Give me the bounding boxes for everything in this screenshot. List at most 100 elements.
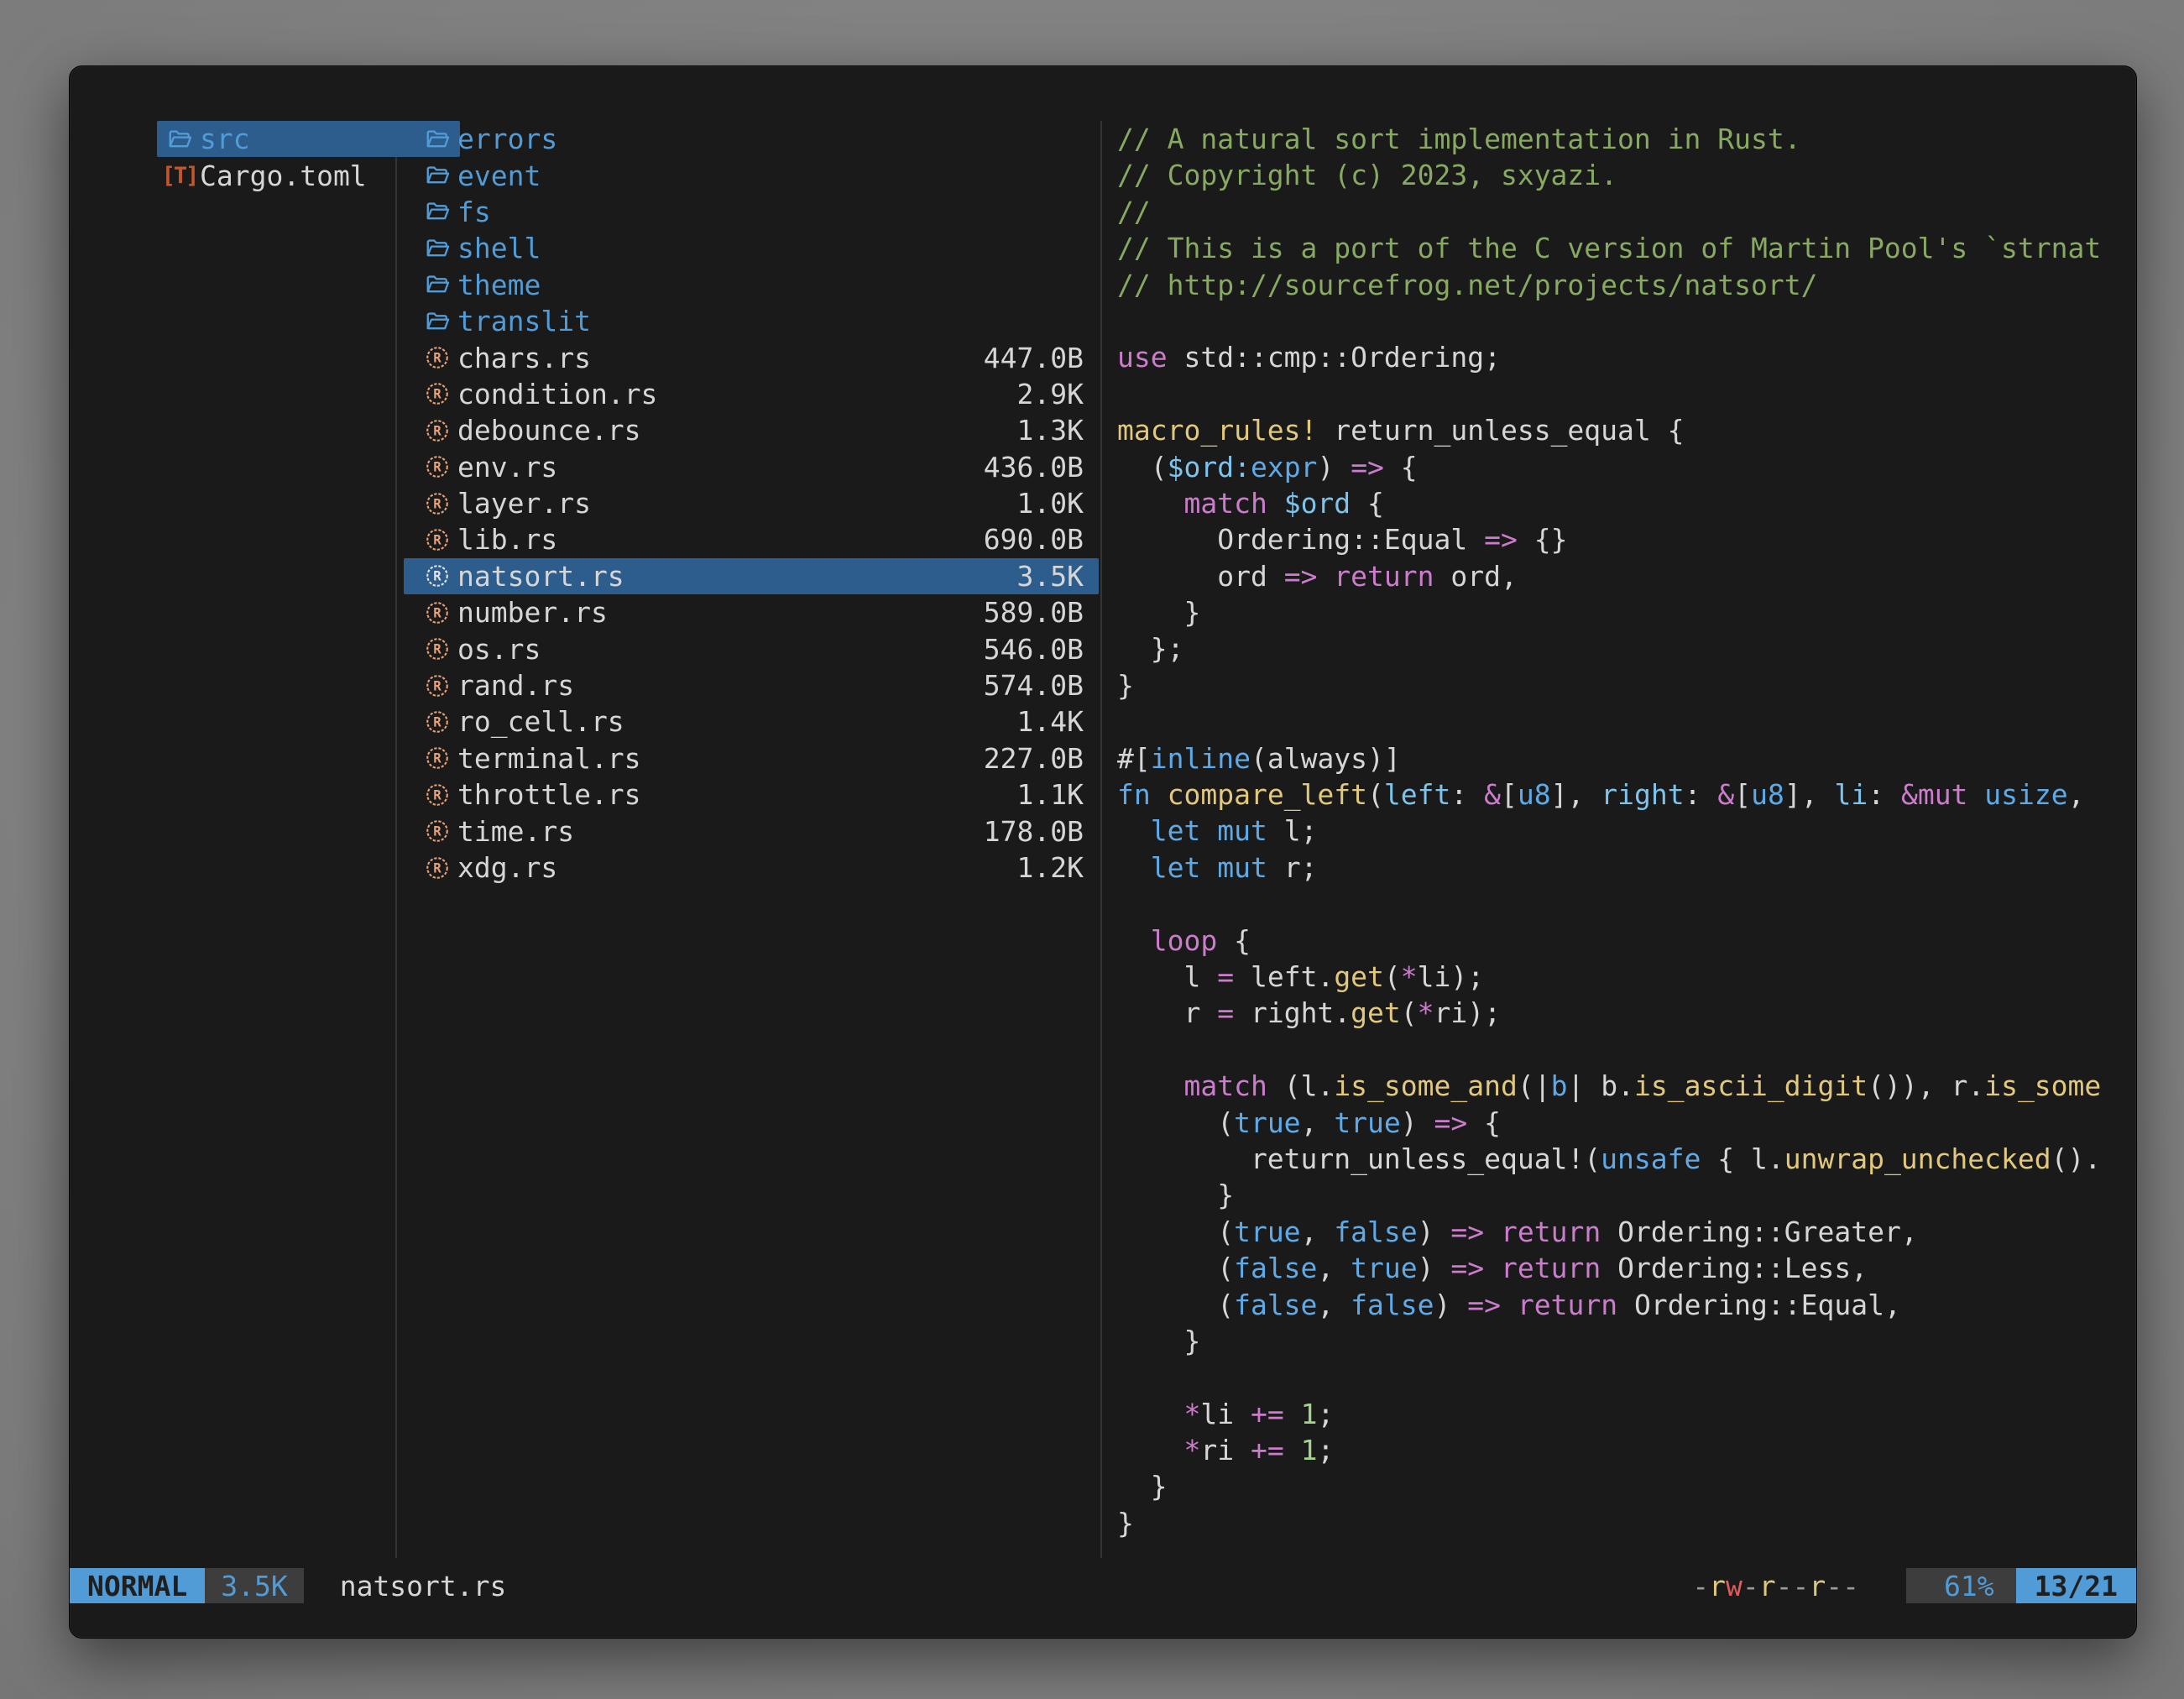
- code-line: (true, false) => return Ordering::Greate…: [1117, 1214, 2136, 1250]
- file-row[interactable]: Rro_cell.rs1.4K: [404, 703, 1099, 740]
- entry-size: 1.2K: [1017, 851, 1084, 884]
- code-line: r = right.get(*ri);: [1117, 995, 2136, 1031]
- file-row[interactable]: Rtime.rs178.0B: [404, 813, 1099, 849]
- entry-name: number.rs: [457, 596, 984, 629]
- svg-text:R: R: [433, 678, 442, 693]
- pane-separator-left: [395, 121, 397, 1558]
- code-line: ord => return ord,: [1117, 558, 2136, 594]
- svg-text:R: R: [433, 387, 442, 402]
- entry-size: 1.1K: [1017, 778, 1084, 811]
- code-line: }: [1117, 1323, 2136, 1359]
- code-line: }: [1117, 1505, 2136, 1541]
- entry-size: 2.9K: [1017, 378, 1084, 410]
- code-line: }: [1117, 1468, 2136, 1504]
- entry-name: natsort.rs: [457, 560, 1017, 593]
- folder-open-icon: [425, 127, 450, 152]
- current-pane: errorseventfsshellthemetranslitRchars.rs…: [404, 121, 1099, 886]
- folder-row[interactable]: errors: [404, 121, 1099, 157]
- code-line: [1117, 303, 2136, 339]
- rust-lang-icon: R: [425, 418, 450, 443]
- file-row[interactable]: Rchars.rs447.0B: [404, 339, 1099, 375]
- entry-size: 1.4K: [1017, 705, 1084, 738]
- folder-row[interactable]: translit: [404, 303, 1099, 339]
- entry-name: shell: [457, 232, 1084, 264]
- entry-name: theme: [457, 269, 1084, 301]
- code-line: [1117, 376, 2136, 412]
- svg-text:R: R: [433, 351, 442, 366]
- code-line: // Copyright (c) 2023, sxyazi.: [1117, 157, 2136, 193]
- file-row[interactable]: Rnumber.rs589.0B: [404, 594, 1099, 630]
- code-line: };: [1117, 630, 2136, 667]
- folder-row[interactable]: shell: [404, 230, 1099, 266]
- code-line: }: [1117, 594, 2136, 630]
- code-line: }: [1117, 1177, 2136, 1213]
- code-line: [1117, 703, 2136, 740]
- rust-lang-icon: R: [425, 855, 450, 881]
- code-line: #[inline(always)]: [1117, 740, 2136, 776]
- file-row[interactable]: Rdebounce.rs1.3K: [404, 412, 1099, 448]
- rust-lang-icon: R: [425, 709, 450, 734]
- file-size-badge: 3.5K: [205, 1568, 303, 1603]
- file-row[interactable]: Rlayer.rs1.0K: [404, 485, 1099, 521]
- folder-open-icon: [425, 163, 450, 188]
- status-bar: NORMAL 3.5K natsort.rs -rw-r--r-- 61% 13…: [70, 1568, 2136, 1603]
- svg-text:R: R: [433, 423, 442, 438]
- entry-name: lib.rs: [457, 523, 984, 556]
- rust-lang-icon: R: [425, 782, 450, 808]
- code-line: (false, true) => return Ordering::Less,: [1117, 1250, 2136, 1286]
- entry-name: env.rs: [457, 451, 984, 484]
- file-row[interactable]: Rterminal.rs227.0B: [404, 740, 1099, 776]
- file-row[interactable]: Renv.rs436.0B: [404, 449, 1099, 485]
- folder-row[interactable]: fs: [404, 194, 1099, 230]
- entry-name: chars.rs: [457, 342, 984, 374]
- file-row[interactable]: Rnatsort.rs3.5K: [404, 558, 1099, 594]
- file-permissions: -rw-r--r--: [1692, 1568, 1859, 1603]
- folder-open-icon: [425, 309, 450, 334]
- entry-name: debounce.rs: [457, 414, 1017, 447]
- entry-name: xdg.rs: [457, 851, 1017, 884]
- scroll-percent-badge: 61%: [1906, 1568, 2016, 1603]
- file-row[interactable]: Rxdg.rs1.2K: [404, 850, 1099, 886]
- rust-lang-icon: R: [425, 818, 450, 844]
- code-line: return_unless_equal!(unsafe { l.unwrap_u…: [1117, 1141, 2136, 1177]
- svg-text:R: R: [433, 569, 442, 584]
- svg-text:R: R: [433, 460, 442, 475]
- entry-name: fs: [457, 196, 1084, 228]
- desktop: { "palette": { "bg_window": "#1a1a1a", "…: [0, 0, 2184, 1699]
- entry-size: 589.0B: [984, 596, 1084, 629]
- code-line: }: [1117, 667, 2136, 703]
- file-row[interactable]: Rrand.rs574.0B: [404, 667, 1099, 703]
- rust-lang-icon: R: [425, 745, 450, 771]
- code-line: use std::cmp::Ordering;: [1117, 339, 2136, 375]
- entry-size: 690.0B: [984, 523, 1084, 556]
- code-line: match $ord {: [1117, 485, 2136, 521]
- code-line: [1117, 1359, 2136, 1395]
- folder-row[interactable]: event: [404, 157, 1099, 193]
- code-line: ($ord:expr) => {: [1117, 449, 2136, 485]
- rust-lang-icon: R: [425, 381, 450, 406]
- file-row[interactable]: Rcondition.rs2.9K: [404, 376, 1099, 412]
- code-line: [1117, 886, 2136, 922]
- file-row[interactable]: Rlib.rs690.0B: [404, 521, 1099, 557]
- file-row[interactable]: Ros.rs546.0B: [404, 630, 1099, 667]
- code-line: Ordering::Equal => {}: [1117, 521, 2136, 557]
- mode-badge: NORMAL: [70, 1568, 205, 1603]
- toml-file-icon: [T]: [167, 163, 192, 188]
- file-manager-window: src[T]Cargo.toml errorseventfsshelltheme…: [69, 65, 2137, 1639]
- rust-lang-icon: R: [425, 345, 450, 370]
- code-line: *ri += 1;: [1117, 1432, 2136, 1468]
- svg-text:R: R: [433, 714, 442, 729]
- rust-lang-icon: R: [425, 563, 450, 588]
- entry-name: condition.rs: [457, 378, 1017, 410]
- rust-lang-icon: R: [425, 636, 450, 661]
- code-line: let mut l;: [1117, 813, 2136, 849]
- entry-name: os.rs: [457, 633, 984, 666]
- svg-text:R: R: [433, 860, 442, 876]
- entry-name: time.rs: [457, 815, 984, 848]
- svg-text:R: R: [433, 824, 442, 839]
- rust-lang-icon: R: [425, 600, 450, 625]
- file-row[interactable]: Rthrottle.rs1.1K: [404, 776, 1099, 813]
- svg-text:R: R: [433, 642, 442, 657]
- entry-size: 574.0B: [984, 669, 1084, 702]
- folder-row[interactable]: theme: [404, 267, 1099, 303]
